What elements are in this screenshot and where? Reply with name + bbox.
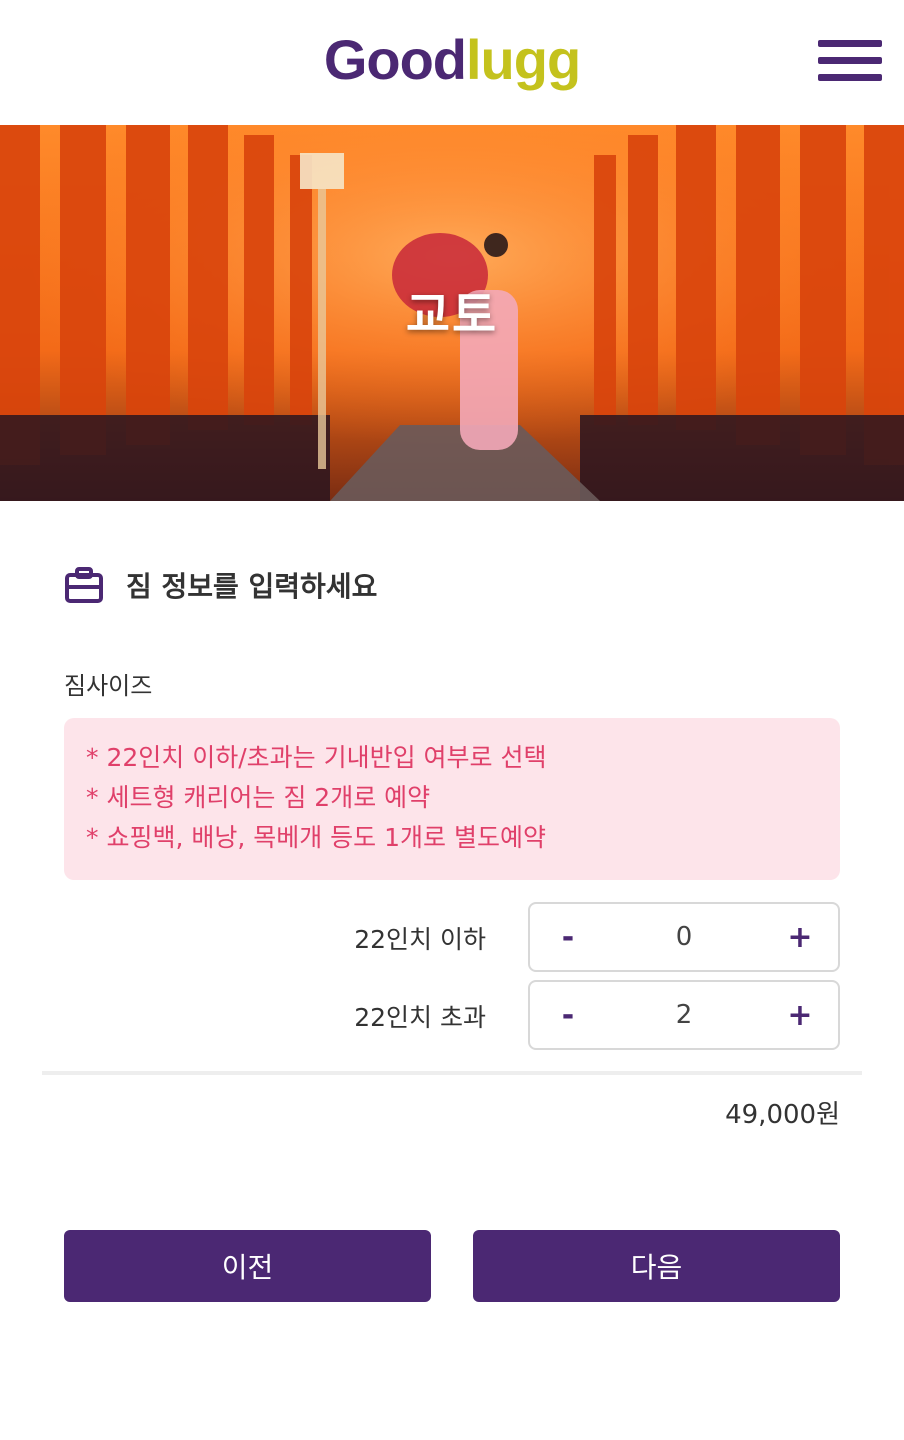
section-title: 짐 정보를 입력하세요	[126, 570, 378, 603]
notice-line: * 22인치 이하/초과는 기내반입 여부로 선택	[86, 743, 547, 772]
size-over-22-label: 22인치 초과	[354, 1003, 486, 1032]
previous-button[interactable]: 이전	[64, 1230, 431, 1302]
total-price: 49,000원	[725, 1100, 840, 1130]
quantity-value[interactable]: 2	[606, 982, 762, 1048]
goodlugg-logo[interactable]: Goodlugg	[0, 28, 904, 92]
notice-line: * 쇼핑백, 배낭, 목베개 등도 1개로 별도예약	[86, 823, 546, 852]
briefcase-icon	[65, 567, 103, 603]
luggage-section-header: 짐 정보를 입력하세요	[64, 560, 377, 610]
luggage-size-label: 짐사이즈	[64, 672, 153, 700]
notice-box: * 22인치 이하/초과는 기내반입 여부로 선택 * 세트형 캐리어는 짐 2…	[64, 718, 840, 880]
increment-button[interactable]: +	[762, 982, 838, 1048]
logo-good: Good	[323, 28, 467, 91]
logo-lugg: lugg	[466, 28, 581, 91]
decrement-button[interactable]: -	[530, 904, 606, 970]
increment-button[interactable]: +	[762, 904, 838, 970]
decrement-button[interactable]: -	[530, 982, 606, 1048]
size-over-22-stepper: - 2 +	[528, 980, 840, 1050]
quantity-value[interactable]: 0	[606, 904, 762, 970]
app-header: Goodlugg	[0, 0, 904, 125]
divider	[42, 1071, 862, 1075]
city-title: 교토	[405, 287, 499, 343]
next-button[interactable]: 다음	[473, 1230, 840, 1302]
notice-line: * 세트형 캐리어는 짐 2개로 예약	[86, 783, 431, 812]
size-under-22-label: 22인치 이하	[354, 925, 486, 954]
hero-banner: 교토	[0, 125, 904, 501]
hamburger-menu-icon[interactable]	[816, 36, 884, 86]
size-under-22-stepper: - 0 +	[528, 902, 840, 972]
